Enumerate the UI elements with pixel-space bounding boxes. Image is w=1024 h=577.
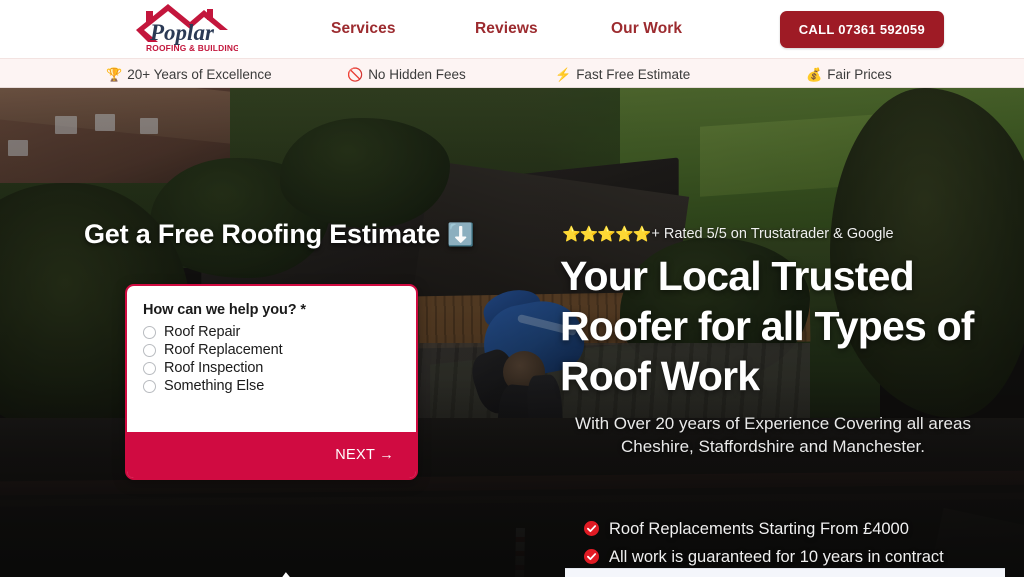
check-circle-icon bbox=[584, 549, 599, 564]
estimate-heading: Get a Free Roofing Estimate ⬇️ bbox=[84, 219, 475, 250]
radio-option-roof-inspection[interactable]: Roof Inspection bbox=[143, 360, 400, 376]
below-fold-panel bbox=[565, 568, 1005, 577]
form-next-button[interactable]: NEXT → bbox=[335, 447, 394, 463]
hero-section: Get a Free Roofing Estimate ⬇️ How can w… bbox=[0, 88, 1024, 577]
money-bag-icon: 💰 bbox=[806, 66, 823, 82]
list-item: Roof Replacements Starting From £4000 bbox=[584, 516, 984, 542]
benefit-fair-prices: 💰 Fair Prices bbox=[806, 59, 892, 89]
benefits-bar: 🏆 20+ Years of Excellence 🚫 No Hidden Fe… bbox=[0, 58, 1024, 88]
hand-drawn-arrow-icon bbox=[282, 572, 290, 577]
radio-option-roof-replacement[interactable]: Roof Replacement bbox=[143, 342, 400, 358]
form-body: How can we help you? * Roof Repair Roof … bbox=[127, 286, 416, 436]
nav-item-services[interactable]: Services bbox=[331, 20, 396, 38]
svg-text:Poplar: Poplar bbox=[149, 20, 215, 45]
estimate-heading-text: Get a Free Roofing Estimate bbox=[84, 219, 441, 249]
radio-option-something-else[interactable]: Something Else bbox=[143, 378, 400, 394]
radio-circle-icon[interactable] bbox=[143, 343, 156, 357]
lightning-icon: ⚡ bbox=[555, 66, 572, 82]
site-header: Poplar ROOFING & BUILDING Services Revie… bbox=[0, 0, 1024, 58]
site-logo[interactable]: Poplar ROOFING & BUILDING bbox=[128, 0, 240, 58]
bullet-text: Roof Replacements Starting From £4000 bbox=[609, 520, 909, 538]
rating-row: ⭐⭐⭐⭐⭐ + Rated 5/5 on Trustatrader & Goog… bbox=[562, 226, 894, 242]
form-footer: NEXT → bbox=[127, 432, 416, 478]
nav-item-reviews[interactable]: Reviews bbox=[475, 20, 538, 38]
hero-subheading-line-2: Cheshire, Staffordshire and Manchester. bbox=[621, 436, 925, 456]
no-entry-icon: 🚫 bbox=[347, 66, 364, 82]
lead-capture-form[interactable]: How can we help you? * Roof Repair Roof … bbox=[125, 284, 418, 480]
benefit-label: Fast Free Estimate bbox=[576, 66, 691, 82]
hero-content: Get a Free Roofing Estimate ⬇️ How can w… bbox=[0, 88, 1024, 577]
radio-option-label: Roof Inspection bbox=[164, 360, 264, 376]
check-circle-icon bbox=[584, 521, 599, 536]
down-arrow-icon: ⬇️ bbox=[447, 221, 475, 247]
bullet-text: All work is guaranteed for 10 years in c… bbox=[609, 548, 944, 566]
radio-option-roof-repair[interactable]: Roof Repair bbox=[143, 324, 400, 340]
benefit-label: No Hidden Fees bbox=[368, 66, 466, 82]
benefit-fast-free-estimate: ⚡ Fast Free Estimate bbox=[555, 59, 690, 89]
nav-item-our-work[interactable]: Our Work bbox=[611, 20, 682, 38]
star-rating-icon: ⭐⭐⭐⭐⭐ bbox=[562, 225, 651, 243]
radio-circle-icon[interactable] bbox=[143, 379, 156, 393]
list-item: All work is guaranteed for 10 years in c… bbox=[584, 544, 984, 570]
hero-subheading: With Over 20 years of Experience Coverin… bbox=[560, 413, 986, 458]
svg-text:ROOFING & BUILDING: ROOFING & BUILDING bbox=[146, 43, 238, 53]
call-phone-button[interactable]: CALL 07361 592059 bbox=[779, 11, 944, 48]
form-question-label: How can we help you? * bbox=[143, 302, 306, 318]
trophy-icon: 🏆 bbox=[106, 66, 123, 82]
benefit-no-hidden-fees: 🚫 No Hidden Fees bbox=[347, 59, 466, 89]
radio-option-label: Roof Repair bbox=[164, 324, 241, 340]
radio-circle-icon[interactable] bbox=[143, 325, 156, 339]
main-nav: Services Reviews Our Work bbox=[300, 0, 760, 58]
poplar-logo-icon: Poplar ROOFING & BUILDING bbox=[136, 4, 240, 53]
rating-text: + Rated 5/5 on Trustatrader & Google bbox=[651, 226, 894, 242]
hero-subheading-line-1: With Over 20 years of Experience Coverin… bbox=[575, 414, 971, 433]
radio-circle-icon[interactable] bbox=[143, 361, 156, 375]
hero-headline: Your Local Trusted Roofer for all Types … bbox=[560, 253, 974, 399]
radio-option-label: Roof Replacement bbox=[164, 342, 283, 358]
page-root: Poplar ROOFING & BUILDING Services Revie… bbox=[0, 0, 1024, 577]
radio-option-label: Something Else bbox=[164, 378, 265, 394]
benefit-label: Fair Prices bbox=[827, 66, 892, 82]
benefit-years-of-excellence: 🏆 20+ Years of Excellence bbox=[106, 59, 272, 89]
benefit-label: 20+ Years of Excellence bbox=[127, 66, 272, 82]
